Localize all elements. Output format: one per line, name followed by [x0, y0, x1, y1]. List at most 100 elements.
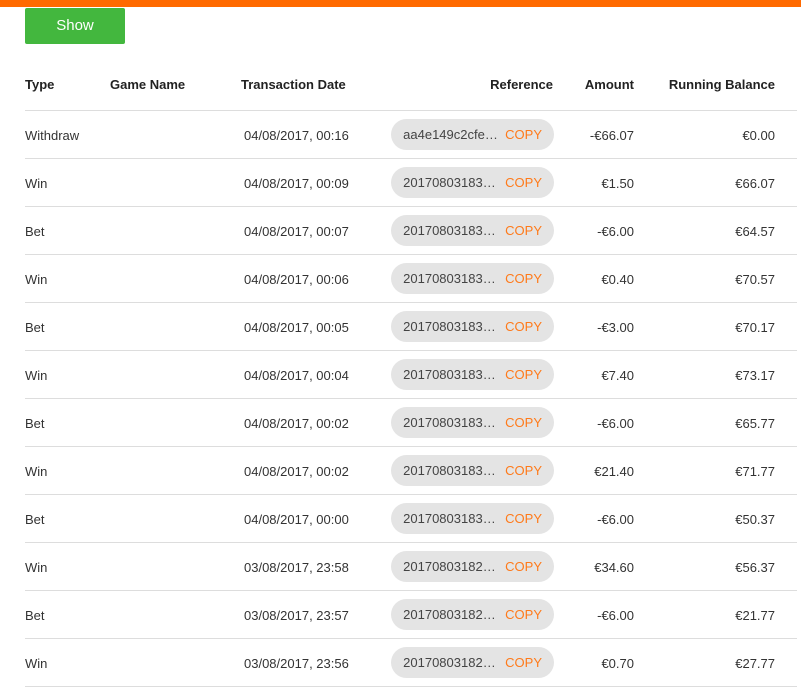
reference-id: 2017080318375...: [403, 223, 502, 238]
table-row: Win 04/08/2017, 00:09 2017080318375... CO…: [25, 159, 797, 207]
transaction-date: 04/08/2017, 00:07: [244, 224, 349, 239]
transaction-amount: -€3.00: [597, 320, 634, 335]
transaction-date: 04/08/2017, 00:04: [244, 368, 349, 383]
copy-reference-button[interactable]: COPY: [505, 367, 542, 382]
running-balance: €65.77: [735, 416, 775, 431]
transaction-type: Win: [25, 176, 48, 191]
top-accent-bar: [0, 0, 801, 7]
running-balance: €73.17: [735, 368, 775, 383]
running-balance: €71.77: [735, 464, 775, 479]
transaction-date: 04/08/2017, 00:16: [244, 128, 349, 143]
copy-reference-button[interactable]: COPY: [505, 319, 542, 334]
transaction-amount: €21.40: [594, 464, 634, 479]
running-balance: €50.37: [735, 512, 775, 527]
running-balance: €66.07: [735, 176, 775, 191]
transaction-date: 04/08/2017, 00:09: [244, 176, 349, 191]
copy-reference-button[interactable]: COPY: [505, 511, 542, 526]
table-row: Win 04/08/2017, 00:02 2017080318303... CO…: [25, 447, 797, 495]
reference-id: 2017080318271...: [403, 607, 502, 622]
reference-pill: 2017080318352... COPY: [391, 311, 554, 342]
transaction-amount: €1.50: [601, 176, 634, 191]
table-row: Bet 04/08/2017, 00:00 2017080318303... CO…: [25, 495, 797, 543]
running-balance: €64.57: [735, 224, 775, 239]
running-balance: €0.00: [742, 128, 775, 143]
transactions-table: Type Game Name Transaction Date Referenc…: [25, 60, 797, 687]
running-balance: €21.77: [735, 608, 775, 623]
transaction-amount: €7.40: [601, 368, 634, 383]
reference-pill: 2017080318375... COPY: [391, 215, 554, 246]
transaction-type: Bet: [25, 320, 45, 335]
table-row: Win 03/08/2017, 23:56 2017080318244... CO…: [25, 639, 797, 687]
transaction-date: 04/08/2017, 00:02: [244, 416, 349, 431]
transaction-date: 03/08/2017, 23:56: [244, 656, 349, 671]
reference-id: 2017080318325...: [403, 415, 502, 430]
copy-reference-button[interactable]: COPY: [505, 127, 542, 142]
transaction-type: Bet: [25, 224, 45, 239]
transaction-date: 03/08/2017, 23:57: [244, 608, 349, 623]
copy-reference-button[interactable]: COPY: [505, 559, 542, 574]
reference-id: 2017080318352...: [403, 271, 502, 286]
reference-id: 2017080318271...: [403, 559, 502, 574]
transaction-type: Withdraw: [25, 128, 80, 143]
reference-id: aa4e149c2cfe4...: [403, 127, 502, 142]
table-row: Win 04/08/2017, 00:04 2017080318325... CO…: [25, 351, 797, 399]
reference-id: 2017080318352...: [403, 319, 502, 334]
transaction-amount: -€6.00: [597, 224, 634, 239]
reference-pill: 2017080318244... COPY: [391, 647, 554, 678]
transaction-amount: €0.70: [601, 656, 634, 671]
reference-pill: 2017080318325... COPY: [391, 359, 554, 390]
table-row: Withdraw 04/08/2017, 00:16 aa4e149c2cfe4…: [25, 111, 797, 159]
running-balance: €56.37: [735, 560, 775, 575]
table-header: Type Game Name Transaction Date Referenc…: [25, 60, 797, 111]
header-game-name: Game Name: [110, 77, 186, 92]
reference-pill: 2017080318325... COPY: [391, 407, 554, 438]
copy-reference-button[interactable]: COPY: [505, 415, 542, 430]
copy-reference-button[interactable]: COPY: [505, 607, 542, 622]
transaction-type: Bet: [25, 416, 45, 431]
table-row: Bet 03/08/2017, 23:57 2017080318271... CO…: [25, 591, 797, 639]
running-balance: €27.77: [735, 656, 775, 671]
transaction-amount: €0.40: [601, 272, 634, 287]
table-row: Bet 04/08/2017, 00:05 2017080318352... CO…: [25, 303, 797, 351]
reference-id: 2017080318375...: [403, 175, 502, 190]
transaction-amount: -€66.07: [589, 128, 634, 143]
transaction-date: 04/08/2017, 00:06: [244, 272, 349, 287]
copy-reference-button[interactable]: COPY: [505, 655, 542, 670]
reference-id: 2017080318303...: [403, 463, 502, 478]
header-running-balance: Running Balance: [668, 77, 775, 92]
transaction-date: 03/08/2017, 23:58: [244, 560, 349, 575]
transaction-amount: -€6.00: [597, 608, 634, 623]
transaction-date: 04/08/2017, 00:02: [244, 464, 349, 479]
reference-pill: 2017080318271... COPY: [391, 599, 554, 630]
reference-pill: aa4e149c2cfe4... COPY: [391, 119, 554, 150]
reference-pill: 2017080318303... COPY: [391, 455, 554, 486]
transaction-amount: -€6.00: [597, 512, 634, 527]
table-body: Withdraw 04/08/2017, 00:16 aa4e149c2cfe4…: [25, 111, 797, 687]
copy-reference-button[interactable]: COPY: [505, 271, 542, 286]
reference-pill: 2017080318352... COPY: [391, 263, 554, 294]
table-row: Win 03/08/2017, 23:58 2017080318271... CO…: [25, 543, 797, 591]
reference-id: 2017080318244...: [403, 655, 502, 670]
transaction-type: Win: [25, 656, 48, 671]
header-reference: Reference: [490, 77, 553, 92]
copy-reference-button[interactable]: COPY: [505, 175, 542, 190]
transaction-amount: -€6.00: [597, 416, 634, 431]
copy-reference-button[interactable]: COPY: [505, 463, 542, 478]
running-balance: €70.17: [735, 320, 775, 335]
reference-pill: 2017080318375... COPY: [391, 167, 554, 198]
transaction-type: Win: [25, 464, 48, 479]
show-button[interactable]: Show: [25, 8, 125, 44]
copy-reference-button[interactable]: COPY: [505, 223, 542, 238]
table-row: Bet 04/08/2017, 00:02 2017080318325... CO…: [25, 399, 797, 447]
transaction-type: Bet: [25, 512, 45, 527]
header-transaction-date: Transaction Date: [241, 77, 346, 92]
transaction-type: Win: [25, 368, 48, 383]
reference-pill: 2017080318271... COPY: [391, 551, 554, 582]
transaction-type: Win: [25, 272, 48, 287]
reference-id: 2017080318303...: [403, 511, 502, 526]
reference-pill: 2017080318303... COPY: [391, 503, 554, 534]
transaction-date: 04/08/2017, 00:05: [244, 320, 349, 335]
table-row: Bet 04/08/2017, 00:07 2017080318375... CO…: [25, 207, 797, 255]
header-amount: Amount: [584, 77, 634, 92]
running-balance: €70.57: [735, 272, 775, 287]
